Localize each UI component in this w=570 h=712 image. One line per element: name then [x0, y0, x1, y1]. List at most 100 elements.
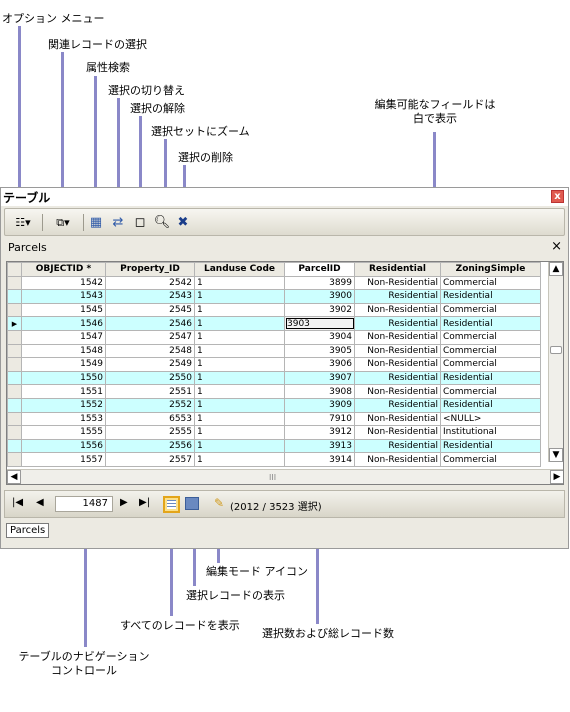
- cell-residential[interactable]: Non-Residential: [354, 411, 441, 427]
- cell-landuse-code[interactable]: 1: [194, 316, 285, 331]
- cell-objectid[interactable]: 1546: [21, 316, 106, 331]
- cell-parcel-id[interactable]: 7910: [284, 411, 355, 427]
- cell-parcel-id[interactable]: 3909: [284, 397, 355, 413]
- cell-zoning-simple[interactable]: <NULL>: [440, 411, 541, 427]
- cell-parcel-id[interactable]: 3906: [284, 357, 355, 372]
- table-row[interactable]: 1548 2548 1 3905 Non-Residential Commercial: [7, 343, 541, 359]
- scroll-up-button[interactable]: ▲: [549, 262, 563, 276]
- column-header-objectid[interactable]: OBJECTID *: [21, 262, 106, 277]
- cell-landuse-code[interactable]: 1: [194, 397, 285, 413]
- cell-residential[interactable]: Non-Residential: [354, 384, 441, 399]
- vertical-scrollbar[interactable]: ▲ ▼: [548, 262, 563, 462]
- cell-landuse-code[interactable]: 1: [194, 289, 285, 304]
- cell-landuse-code[interactable]: 1: [194, 384, 285, 399]
- cell-zoning-simple[interactable]: Commercial: [440, 343, 541, 359]
- table-tab-parcels[interactable]: Parcels: [6, 523, 50, 538]
- cell-objectid[interactable]: 1553: [21, 411, 106, 427]
- cell-property-id[interactable]: 2543: [105, 289, 195, 304]
- cell-zoning-simple[interactable]: Residential: [440, 438, 541, 454]
- cell-residential[interactable]: Residential: [354, 289, 441, 304]
- select-by-attributes-button[interactable]: ▦: [87, 213, 105, 232]
- cell-objectid[interactable]: 1547: [21, 329, 106, 345]
- cell-landuse-code[interactable]: 1: [194, 370, 285, 386]
- row-selector[interactable]: [7, 411, 22, 427]
- cell-property-id[interactable]: 2552: [105, 397, 195, 413]
- cell-residential[interactable]: Residential: [354, 370, 441, 386]
- cell-objectid[interactable]: 1543: [21, 289, 106, 304]
- row-selector[interactable]: [7, 397, 22, 413]
- cell-property-id[interactable]: 2551: [105, 384, 195, 399]
- cell-zoning-simple[interactable]: Residential: [440, 397, 541, 413]
- cell-landuse-code[interactable]: 1: [194, 425, 285, 440]
- table-row[interactable]: ▶ 1546 2546 1 3903 Residential Residential: [7, 316, 541, 331]
- cell-parcel-id[interactable]: 3903: [284, 316, 355, 331]
- cell-zoning-simple[interactable]: Commercial: [440, 302, 541, 318]
- table-row[interactable]: 1555 2555 1 3912 Non-Residential Institutiona…: [7, 425, 541, 440]
- cell-zoning-simple[interactable]: Residential: [440, 316, 541, 331]
- cell-residential[interactable]: Non-Residential: [354, 425, 441, 440]
- table-row[interactable]: 1549 2549 1 3906 Non-Residential Commercial: [7, 357, 541, 372]
- cell-landuse-code[interactable]: 1: [194, 357, 285, 372]
- row-selector[interactable]: [7, 425, 22, 440]
- delete-selected-button[interactable]: ✖: [174, 213, 192, 232]
- cell-residential[interactable]: Non-Residential: [354, 275, 441, 291]
- zoom-to-selected-button[interactable]: 🔍︎: [153, 213, 171, 232]
- row-selector[interactable]: [7, 438, 22, 454]
- cell-landuse-code[interactable]: 1: [194, 343, 285, 359]
- cell-zoning-simple[interactable]: Commercial: [440, 275, 541, 291]
- cell-property-id[interactable]: 2550: [105, 370, 195, 386]
- cell-landuse-code[interactable]: 1: [194, 438, 285, 454]
- cell-parcel-id[interactable]: 3899: [284, 275, 355, 291]
- cell-residential[interactable]: Residential: [354, 316, 441, 331]
- table-row[interactable]: 1557 2557 1 3914 Non-Residential Commercial: [7, 452, 541, 467]
- cell-objectid[interactable]: 1542: [21, 275, 106, 291]
- cell-parcel-id[interactable]: 3900: [284, 289, 355, 304]
- cell-parcel-id[interactable]: 3902: [284, 302, 355, 318]
- table-row[interactable]: 1552 2552 1 3909 Residential Residential: [7, 397, 541, 413]
- cell-objectid[interactable]: 1552: [21, 397, 106, 413]
- cell-residential[interactable]: Non-Residential: [354, 452, 441, 467]
- switch-selection-button[interactable]: ⇄: [109, 213, 127, 232]
- row-selector[interactable]: [7, 302, 22, 318]
- table-row[interactable]: 1556 2556 1 3913 Residential Residential: [7, 438, 541, 454]
- cell-property-id[interactable]: 2547: [105, 329, 195, 345]
- related-tables-button[interactable]: ⧉▾: [48, 213, 78, 232]
- cell-zoning-simple[interactable]: Residential: [440, 370, 541, 386]
- cell-property-id[interactable]: 2557: [105, 452, 195, 467]
- row-selector[interactable]: [7, 452, 22, 467]
- close-table-tab-button[interactable]: ×: [551, 239, 562, 254]
- cell-property-id[interactable]: 2542: [105, 275, 195, 291]
- column-header-landuse-code[interactable]: Landuse Code: [194, 262, 285, 277]
- cell-zoning-simple[interactable]: Commercial: [440, 384, 541, 399]
- table-row[interactable]: 1545 2545 1 3902 Non-Residential Commercial: [7, 302, 541, 318]
- horizontal-scrollbar[interactable]: ◀ III ▶: [7, 469, 563, 484]
- cell-zoning-simple[interactable]: Commercial: [440, 329, 541, 345]
- cell-objectid[interactable]: 1551: [21, 384, 106, 399]
- table-row[interactable]: 1547 2547 1 3904 Non-Residential Commercial: [7, 329, 541, 345]
- row-selector[interactable]: [7, 370, 22, 386]
- row-selector[interactable]: ▶: [7, 316, 22, 331]
- cell-residential[interactable]: Non-Residential: [354, 343, 441, 359]
- table-options-menu-button[interactable]: ☷▾: [9, 213, 37, 232]
- close-window-button[interactable]: x: [551, 190, 564, 203]
- cell-parcel-id[interactable]: 3904: [284, 329, 355, 345]
- table-row[interactable]: 1550 2550 1 3907 Residential Residential: [7, 370, 541, 386]
- table-row[interactable]: 1543 2543 1 3900 Residential Residential: [7, 289, 541, 304]
- table-row[interactable]: 1542 2542 1 3899 Non-Residential Commercial: [7, 275, 541, 291]
- cell-parcel-id[interactable]: 3907: [284, 370, 355, 386]
- scroll-thumb[interactable]: [550, 346, 562, 354]
- cell-zoning-simple[interactable]: Institutional: [440, 425, 541, 440]
- cell-objectid[interactable]: 1555: [21, 425, 106, 440]
- cell-property-id[interactable]: 2546: [105, 316, 195, 331]
- current-record-field[interactable]: 1487: [55, 496, 113, 512]
- cell-objectid[interactable]: 1545: [21, 302, 106, 318]
- cell-zoning-simple[interactable]: Commercial: [440, 357, 541, 372]
- cell-objectid[interactable]: 1556: [21, 438, 106, 454]
- row-selector[interactable]: [7, 384, 22, 399]
- row-selector[interactable]: [7, 289, 22, 304]
- row-selector[interactable]: [7, 357, 22, 372]
- cell-property-id[interactable]: 2548: [105, 343, 195, 359]
- cell-landuse-code[interactable]: 1: [194, 275, 285, 291]
- cell-residential[interactable]: Non-Residential: [354, 329, 441, 345]
- cell-residential[interactable]: Non-Residential: [354, 357, 441, 372]
